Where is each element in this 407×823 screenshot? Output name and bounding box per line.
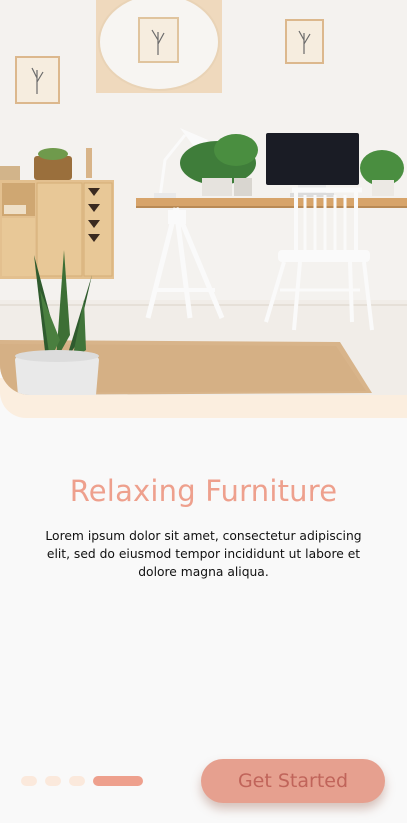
onboarding-description: Lorem ipsum dolor sit amet, consectetur … bbox=[45, 529, 362, 580]
page-dot-3 bbox=[69, 775, 85, 786]
page-dot-2 bbox=[45, 775, 61, 786]
hero-image bbox=[0, 0, 407, 395]
page-dot-4-active bbox=[93, 775, 143, 786]
onboarding-title: Relaxing Furniture bbox=[69, 474, 338, 509]
page-indicator bbox=[21, 775, 143, 786]
get-started-button[interactable]: Get Started bbox=[201, 759, 385, 803]
page-dot-1 bbox=[21, 775, 37, 786]
